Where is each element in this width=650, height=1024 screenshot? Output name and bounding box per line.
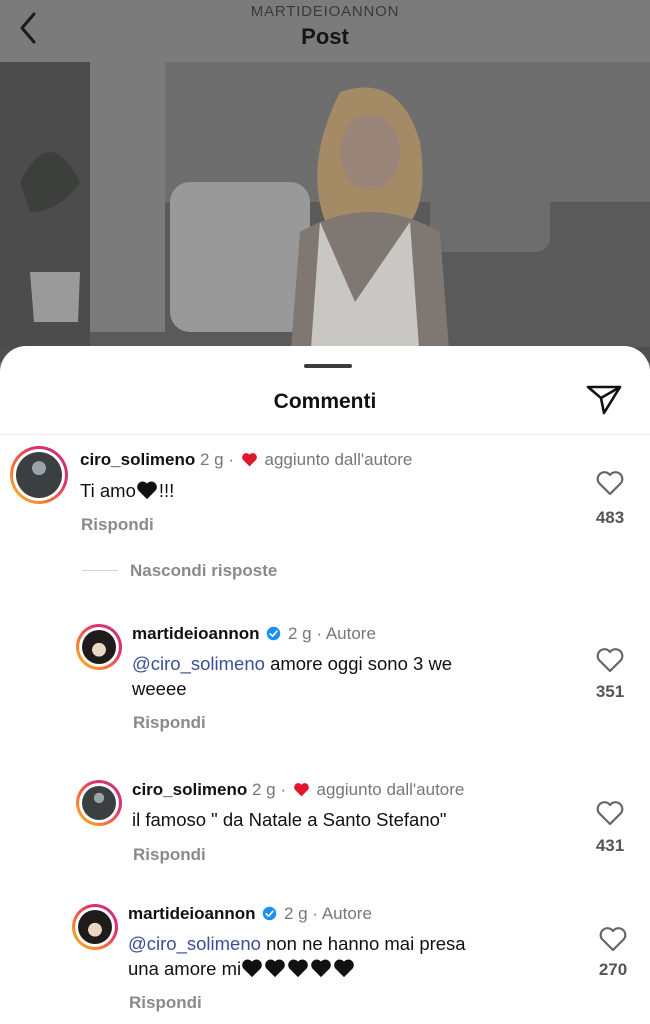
heart-outline-icon[interactable] — [595, 647, 625, 673]
heart-outline-icon[interactable] — [595, 470, 625, 496]
black-heart-emoji — [311, 959, 331, 978]
black-heart-emoji — [334, 959, 354, 978]
mention-link[interactable]: @ciro_solimeno — [128, 933, 261, 954]
header-divider — [0, 434, 650, 435]
heart-outline-icon[interactable] — [598, 926, 628, 952]
separator-dot: · — [312, 904, 319, 923]
comment-header: ciro_solimeno 2 g · aggiunto dall'autore — [80, 450, 412, 470]
comment-time: 2 g — [200, 450, 224, 469]
sheet-drag-handle[interactable] — [304, 364, 352, 368]
comment-time: 2 g — [287, 624, 312, 643]
comments-title: Commenti — [273, 390, 377, 413]
black-heart-emoji — [288, 959, 308, 978]
avatar[interactable] — [10, 446, 68, 504]
like-count: 351 — [595, 682, 625, 701]
send-icon — [586, 385, 622, 415]
comment-text: @ciro_solimeno amore oggi sono 3 we weee… — [132, 651, 552, 701]
separator-dot: · — [280, 780, 287, 799]
like-count: 431 — [595, 836, 625, 855]
reply-button[interactable]: Rispondi — [129, 993, 202, 1013]
reply-button[interactable]: Rispondi — [81, 515, 154, 535]
black-heart-emoji — [136, 480, 159, 501]
username[interactable]: ciro_solimeno — [132, 780, 247, 799]
black-heart-emoji — [241, 958, 356, 979]
username[interactable]: ciro_solimeno — [80, 450, 195, 469]
replies-line — [82, 570, 118, 571]
comment-text-line2: una amore mi — [128, 958, 242, 979]
hide-replies-button[interactable]: Nascondi risposte — [130, 561, 277, 581]
avatar[interactable] — [76, 624, 122, 670]
author-liked-label: aggiunto dall'autore — [264, 450, 413, 469]
verified-badge-icon — [267, 626, 281, 641]
reply-button[interactable]: Rispondi — [133, 845, 206, 865]
comment-header: martideioannon 2 g · Autore — [128, 904, 372, 924]
account-name: MARTIDEIOANNON — [250, 3, 400, 20]
comment-text-content: amore oggi sono 3 we — [270, 653, 453, 674]
comment-header: martideioannon 2 g · Autore — [132, 624, 376, 644]
red-heart-icon — [293, 783, 309, 797]
username[interactable]: martideioannon — [132, 624, 260, 643]
comment-time: 2 g — [283, 904, 308, 923]
like-count: 483 — [595, 508, 625, 527]
black-heart-emoji — [137, 481, 157, 500]
heart-outline-icon[interactable] — [595, 800, 625, 826]
separator-dot: · — [228, 450, 235, 469]
separator-dot: · — [316, 624, 323, 643]
black-heart-emoji — [242, 959, 262, 978]
reply-button[interactable]: Rispondi — [133, 713, 206, 733]
comment-text-trail: !!! — [158, 480, 175, 501]
comment-header: ciro_solimeno 2 g · aggiunto dall'autore — [132, 780, 464, 800]
comment-text: @ciro_solimeno non ne hanno mai presa un… — [128, 931, 568, 981]
black-heart-emoji — [265, 959, 285, 978]
comment-text-content: il famoso " da Natale a Santo Stefano" — [132, 809, 447, 830]
author-liked-label: aggiunto dall'autore — [316, 780, 465, 799]
comment-time: 2 g — [252, 780, 276, 799]
comments-sheet: Commenti ciro_solimeno 2 g · aggiunto da… — [0, 346, 650, 1024]
profile-photo — [82, 786, 116, 820]
profile-photo — [82, 630, 116, 664]
author-label: Autore — [321, 904, 372, 923]
mention-link[interactable]: @ciro_solimeno — [132, 653, 265, 674]
comment-text: Ti amo!!! — [80, 478, 174, 503]
top-bar: MARTIDEIOANNON Post — [0, 0, 650, 62]
verified-badge-icon — [263, 906, 277, 921]
page-title: Post — [301, 24, 349, 49]
author-label: Autore — [325, 624, 376, 643]
profile-photo — [78, 910, 112, 944]
like-count: 270 — [598, 960, 628, 979]
red-heart-icon — [241, 453, 257, 467]
username[interactable]: martideioannon — [128, 904, 256, 923]
comment-text-content: Ti amo — [80, 480, 136, 501]
comment-text: il famoso " da Natale a Santo Stefano" — [132, 807, 572, 832]
avatar[interactable] — [76, 780, 122, 826]
comment-text-line2: weeee — [132, 678, 187, 699]
avatar[interactable] — [72, 904, 118, 950]
post-photo — [0, 62, 650, 362]
comment-text-content: non ne hanno mai presa — [266, 933, 466, 954]
share-button[interactable] — [586, 384, 622, 416]
profile-photo — [16, 452, 62, 498]
